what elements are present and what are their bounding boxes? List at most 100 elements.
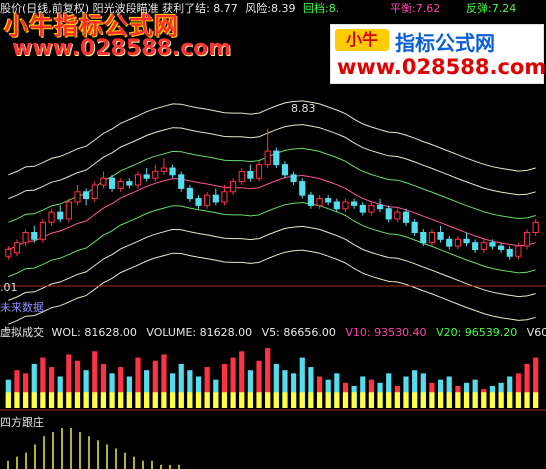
volume-bar-base [377,392,383,408]
candle-body [480,242,487,250]
candle-body [22,232,29,244]
volume-bar-base [394,392,400,408]
candle-body [5,248,12,257]
risk-label: 风险: [245,2,271,15]
volume-bar-base [144,392,150,408]
future-data-label: 未来数据 [0,301,44,314]
volume-bar-base [325,392,331,408]
candle-body [316,198,323,206]
peak-price-label: 8.83 [291,102,316,115]
candle-body [264,150,271,166]
candle-body [230,181,237,193]
volume-bar-base [342,392,349,408]
volume-bar-base [40,392,46,408]
pullback-label: 回档: [303,2,329,15]
volume-bar-base [161,392,167,408]
candle-body [39,221,46,240]
candle-body [178,174,185,189]
candle-body [290,174,297,183]
candle-body [221,191,228,203]
volume-bar-base [291,392,297,408]
candle-body [420,232,427,244]
volume-bar-base [360,392,366,408]
volume-bar-base [386,392,392,408]
balance-value: 7.62 [415,2,441,15]
badge-mark: 小牛 [335,29,389,51]
volume-bar-base [273,392,279,408]
volume-bar-base [48,392,55,408]
candle-body [489,242,496,247]
band-upper-outer [8,100,536,176]
volume-bar-base [109,392,115,408]
volume-bar-base [515,392,521,408]
badge-url: www.028588.com [337,55,546,79]
candle-body [428,232,436,244]
risk-value: 8.39 [271,2,296,15]
volume-bar-base [31,392,37,408]
band-upper-mid [8,147,536,223]
volume-bar-base [118,392,124,408]
volume-bar-base [316,392,323,408]
price-panel [5,100,539,325]
candle-body [454,238,461,247]
candle-body [212,194,219,203]
volume-bar-base [152,392,158,408]
moving-average-line [8,174,536,250]
volume-bar-base [23,392,29,408]
low-price-label: .01 [0,281,18,294]
volume-bar-base [135,392,141,408]
volume-bar-base [265,392,271,408]
volume-bar-base [247,392,253,408]
candle-body [152,170,159,179]
header-balance: 平衡:7.62 [390,0,440,16]
band-lower [8,225,536,301]
volume-bar-base [187,392,193,408]
volume-label: VOLUME: 81628.00 [146,326,253,339]
rebound-label: 反弹: [466,2,492,15]
bottom-panel-title: 四方跟庄 [0,416,44,429]
volume-bar-base [489,392,496,408]
volume-bar-base [420,392,426,408]
volume-bar-base [412,392,418,408]
candle-body [515,245,522,257]
candle-body [523,232,531,247]
volume-bar-base [524,392,530,408]
candle-body [411,221,418,233]
candle-body [472,242,479,250]
candle-body [299,181,306,196]
rebound-value: 7.24 [491,2,517,15]
candle-body [91,184,98,200]
volume-bar-base [83,392,89,408]
candle-body [83,191,90,200]
volume-bar-base [368,392,375,408]
volume-bar-base [14,392,20,408]
volume-bar-base [126,392,132,408]
candle-body [506,248,513,257]
volume-bar-base [230,392,236,408]
candle-body [281,164,289,176]
candle-body [532,221,539,233]
candle-body [108,177,116,189]
volume-bar-base [481,392,487,408]
candle-body [74,191,81,203]
volume-bar-base [195,392,202,408]
candle-body [143,174,150,179]
volume-header: 虚拟成交 WOL: 81628.00 VOLUME: 81628.00 V5: … [0,324,546,340]
candle-body [238,170,245,183]
header-rebound: 反弹:7.24 [466,0,516,16]
candle-body [342,201,349,210]
volume-bar-base [74,392,81,408]
volume-bar-base [351,392,357,408]
v20-label: V20: 96539.20 [436,326,518,339]
balance-label: 平衡: [390,2,416,15]
candle-body [402,211,410,223]
candle-body [325,198,332,203]
candle-body [359,204,366,213]
candle-body [437,232,444,240]
candle-body [126,181,133,186]
candle-body [394,211,401,220]
volume-indicator-name: 虚拟成交 [0,326,44,339]
candle-body [385,208,392,220]
v5-label: V5: 86656.00 [261,326,336,339]
volume-bar-base [507,392,513,408]
